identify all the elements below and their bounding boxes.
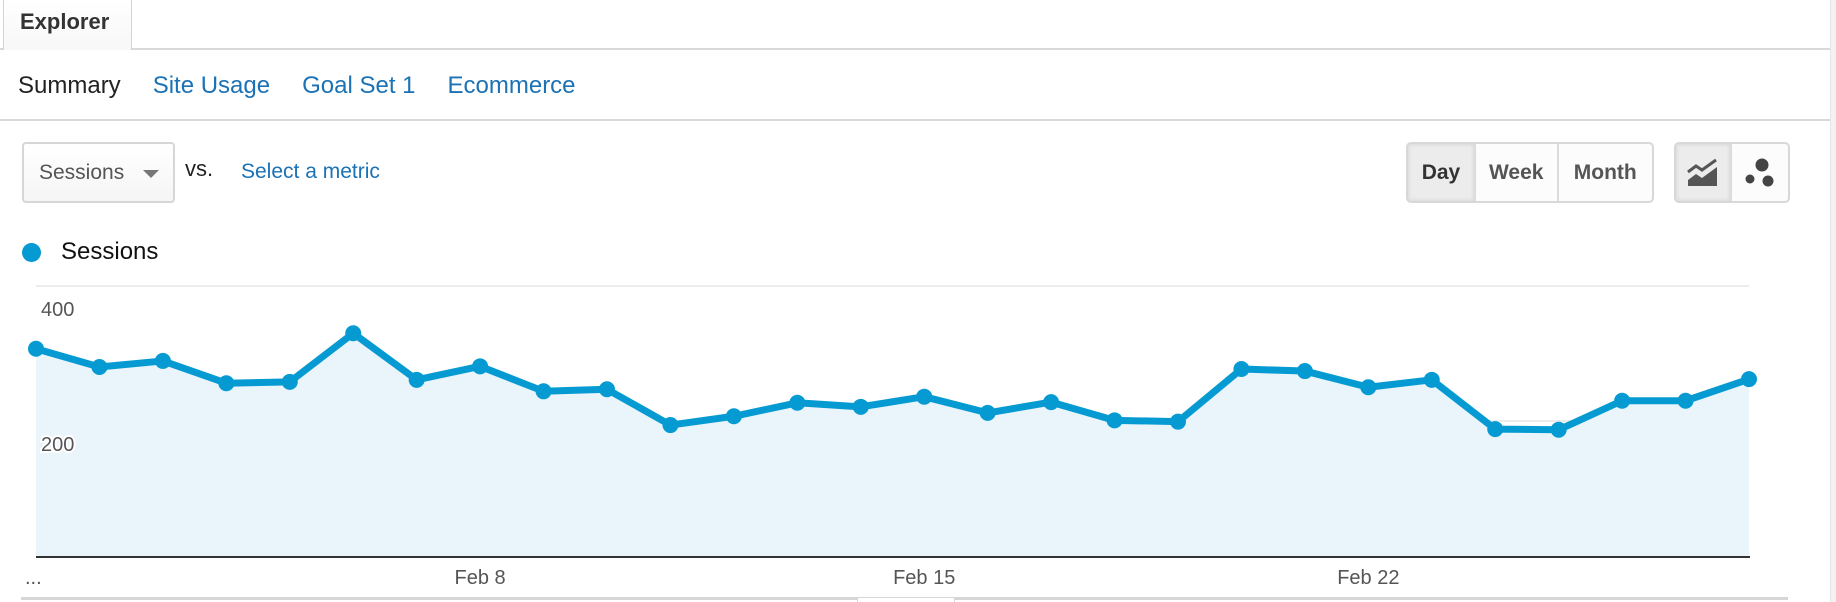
subtab-summary[interactable]: Summary xyxy=(18,68,121,104)
y-tick-label-200: 200 xyxy=(41,434,74,456)
select-metric-link[interactable]: Select a metric xyxy=(241,160,380,184)
data-point-feb-28[interactable] xyxy=(1741,371,1757,388)
data-point-feb-26[interactable] xyxy=(1614,392,1631,409)
tab-explorer[interactable]: Explorer xyxy=(3,0,132,50)
week-button[interactable]: Week xyxy=(1476,144,1559,201)
motion-chart-icon xyxy=(1745,158,1774,186)
data-point-feb-9[interactable] xyxy=(535,383,552,400)
data-point-feb-23[interactable] xyxy=(1423,371,1440,388)
y-tick-label-400: 400 xyxy=(41,299,74,321)
x-tick-label-start: ... xyxy=(25,567,42,589)
chart-resize-handle[interactable] xyxy=(857,597,955,602)
data-point-feb-14[interactable] xyxy=(852,398,869,415)
data-point-feb-10[interactable] xyxy=(599,381,615,398)
subtab-site-usage[interactable]: Site Usage xyxy=(153,68,270,104)
data-point-feb-18[interactable] xyxy=(1106,412,1123,429)
line-chart-button[interactable] xyxy=(1676,144,1733,201)
x-tick-label-feb-15: Feb 15 xyxy=(893,567,955,589)
data-point-feb-20[interactable] xyxy=(1233,361,1250,378)
data-point-feb-5[interactable] xyxy=(281,373,298,390)
subtab-goal-set-1[interactable]: Goal Set 1 xyxy=(302,68,415,104)
sessions-chart: 200 400 ... Feb 8 Feb 15 Feb 22 xyxy=(25,285,1757,589)
data-point-feb-27[interactable] xyxy=(1677,392,1694,409)
data-point-feb-24[interactable] xyxy=(1487,421,1504,438)
data-point-feb-7[interactable] xyxy=(408,371,425,388)
x-tick-label-feb-8: Feb 8 xyxy=(455,567,506,589)
metric-dropdown-value: Sessions xyxy=(39,160,125,184)
chevron-down-icon xyxy=(143,170,159,178)
sessions-area-fill xyxy=(36,333,1749,556)
tab-bar-divider xyxy=(0,48,1830,50)
data-point-feb-1[interactable] xyxy=(28,340,44,357)
legend-label-sessions: Sessions xyxy=(61,238,159,265)
x-tick-label-feb-22: Feb 22 xyxy=(1337,567,1399,589)
chart-legend: Sessions xyxy=(22,238,158,266)
data-point-feb-12[interactable] xyxy=(725,408,742,425)
chart-type-toggle xyxy=(1674,142,1790,203)
month-button[interactable]: Month xyxy=(1559,144,1652,201)
motion-chart-button[interactable] xyxy=(1732,144,1788,201)
data-point-feb-15[interactable] xyxy=(916,388,933,405)
subtabs-divider xyxy=(0,119,1830,121)
right-scroll-edge xyxy=(1830,0,1836,602)
data-point-feb-11[interactable] xyxy=(662,417,679,434)
day-button[interactable]: Day xyxy=(1408,144,1476,201)
metric-dropdown[interactable]: Sessions xyxy=(22,142,175,203)
legend-swatch-sessions xyxy=(22,242,41,262)
data-point-feb-19[interactable] xyxy=(1170,413,1186,430)
data-point-feb-21[interactable] xyxy=(1296,363,1313,380)
subtab-ecommerce[interactable]: Ecommerce xyxy=(448,68,576,104)
data-point-feb-4[interactable] xyxy=(218,375,235,392)
data-point-feb-17[interactable] xyxy=(1043,394,1060,411)
report-subtabs: Summary Site Usage Goal Set 1 Ecommerce xyxy=(18,68,576,104)
data-point-feb-6[interactable] xyxy=(345,325,362,342)
data-point-feb-13[interactable] xyxy=(789,394,806,411)
line-chart-icon xyxy=(1687,158,1718,186)
data-point-feb-8[interactable] xyxy=(472,358,489,375)
data-point-feb-25[interactable] xyxy=(1550,421,1567,438)
vs-label: vs. xyxy=(185,156,214,181)
data-point-feb-2[interactable] xyxy=(91,359,108,375)
period-toggle: Day Week Month xyxy=(1406,142,1654,203)
data-point-feb-16[interactable] xyxy=(979,404,996,421)
data-point-feb-22[interactable] xyxy=(1360,379,1377,396)
data-point-feb-3[interactable] xyxy=(154,352,171,369)
